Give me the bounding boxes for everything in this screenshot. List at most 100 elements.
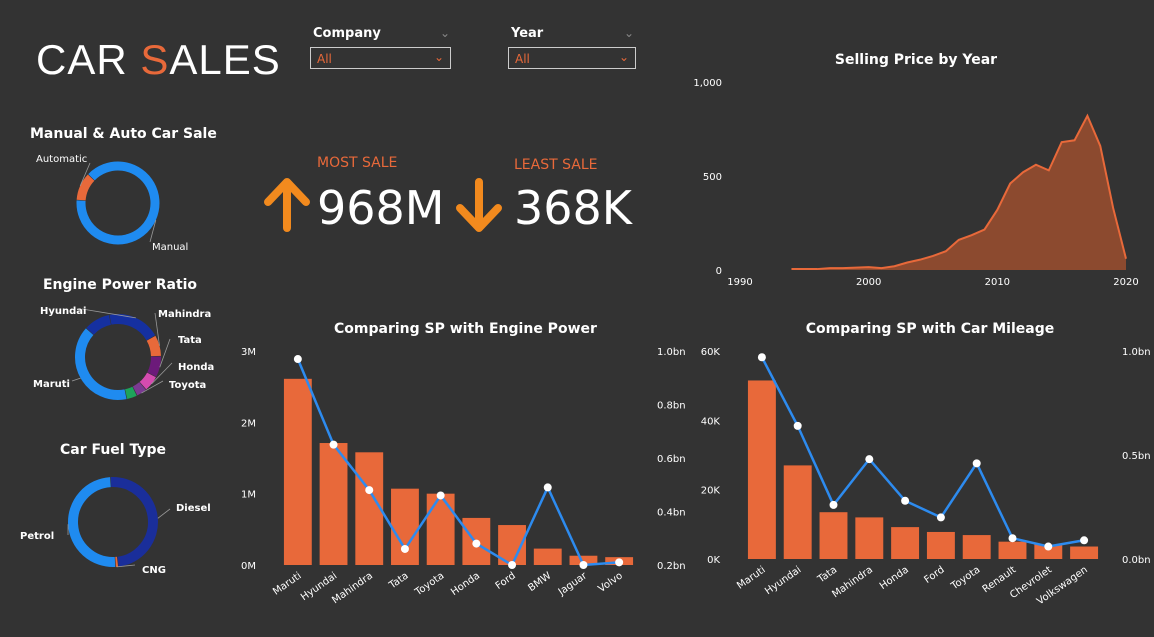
y-tick-label: 20K [701, 486, 721, 497]
line-point-hyundai [793, 421, 802, 430]
x-tick-label: Toyota [413, 570, 447, 598]
price-by-year-title: Selling Price by Year [834, 52, 998, 68]
year-slicer-label: Year [511, 26, 544, 41]
slice-other-5 [124, 386, 137, 400]
transmission-donut-chart: Manual Automatic [36, 154, 188, 253]
line-point-ford [936, 513, 945, 522]
y2-tick-label: 0.0bn [1122, 555, 1151, 566]
y2-tick-label: 0.4bn [657, 508, 686, 519]
bar-tata [391, 488, 419, 565]
bar-renault [998, 541, 1027, 559]
x-tick-label: 1990 [727, 277, 752, 288]
x-tick-label: 2020 [1113, 277, 1138, 288]
engine-power-chart-title: Engine Power Ratio [42, 277, 198, 293]
slice-label-maruti: Maruti [33, 379, 70, 390]
leader-line [159, 338, 171, 368]
engine-power-donut-chart: Hyundai Mahindra Tata Honda Toyota Maruti [33, 306, 214, 400]
x-tick-label: Hyundai [763, 564, 803, 597]
leader-line [157, 508, 171, 519]
x-tick-label: Mahindra [830, 564, 875, 600]
leader-line [71, 377, 81, 382]
line-point-chevrolet [1044, 542, 1053, 551]
x-tick-label: Ford [922, 564, 946, 586]
chevron-down-icon[interactable]: ⌄ [624, 26, 634, 40]
y2-tick-label: 0.2bn [657, 561, 686, 572]
slice-honda [139, 372, 156, 390]
x-tick-label: Volvo [596, 570, 624, 594]
line-point-bmw [543, 483, 552, 492]
y2-tick-label: 0.8bn [657, 401, 686, 412]
x-tick-label: Tata [815, 564, 839, 585]
line-point-toyota [436, 491, 445, 500]
line-point-volvo [615, 558, 624, 567]
bar-tata [819, 512, 848, 559]
bar-volkswagen [1070, 546, 1099, 559]
slice-label-honda: Honda [178, 362, 214, 373]
y-tick-label: 3M [241, 347, 256, 358]
slice-diesel [110, 477, 158, 567]
slice-manual [76, 161, 160, 245]
y-tick-label: 0M [241, 561, 256, 572]
chevron-down-icon[interactable]: ⌄ [440, 26, 450, 40]
line-point-renault [1008, 534, 1017, 543]
title-suffix: ALES [169, 36, 281, 83]
year-dropdown[interactable]: All ⌄ [508, 47, 636, 69]
year-dropdown-value: All [515, 52, 530, 66]
y-tick-label: 0K [707, 555, 720, 566]
slice-maruti [75, 328, 127, 400]
sp-mileage-chart: 0K20K40K60K0.0bn0.5bn1.0bnMarutiHyundai T… [701, 347, 1151, 607]
least-sale-value: 368K [514, 181, 632, 235]
dropdown-chevron-icon: ⌄ [433, 50, 444, 64]
company-dropdown[interactable]: All ⌄ [310, 47, 451, 69]
slice-tata [147, 356, 161, 377]
y2-tick-label: 1.0bn [657, 347, 686, 358]
fuel-donut-chart: Diesel CNG Petrol [20, 477, 211, 576]
page-title: CAR SALES [36, 36, 281, 84]
line-point-maruti [293, 355, 302, 364]
slice-label-diesel: Diesel [176, 503, 211, 514]
line-point-honda [901, 496, 910, 505]
y2-tick-label: 1.0bn [1122, 347, 1151, 358]
slice-label-tata: Tata [178, 335, 202, 346]
x-tick-label: Jaguar [556, 570, 590, 598]
bar-hyundai [319, 443, 348, 565]
company-dropdown-value: All [317, 52, 332, 66]
title-prefix: CAR [36, 36, 141, 83]
x-tick-label: Toyota [949, 564, 983, 592]
line-point-ford [508, 561, 517, 569]
slice-label-petrol: Petrol [20, 531, 54, 542]
slice-hyundai [109, 314, 156, 341]
title-accent: S [140, 36, 170, 83]
line-point-mahindra [865, 455, 874, 464]
x-tick-label: Honda [878, 564, 911, 592]
line-point-toyota [972, 459, 981, 468]
line-point-jaguar [579, 561, 588, 569]
x-tick-label: Honda [449, 570, 482, 598]
company-slicer-label: Company [313, 26, 381, 41]
line-point-maruti [757, 353, 766, 362]
company-slicer: Company ⌄ All ⌄ [310, 26, 452, 69]
bar-ford [926, 531, 955, 559]
y-tick-label: 60K [701, 347, 721, 358]
slice-label-automatic: Automatic [36, 154, 87, 165]
slice-petrol [68, 477, 116, 567]
price-by-year-chart: 0 500 1,000 1990 2000 2010 2020 [693, 78, 1138, 288]
bar-mahindra [855, 517, 884, 559]
arrow-up-icon [264, 178, 310, 232]
bar-toyota [962, 535, 991, 559]
y-tick-label: 500 [703, 172, 722, 183]
slice-toyota [132, 382, 146, 396]
line-point-mahindra [365, 486, 374, 495]
line-point-tata [400, 544, 409, 553]
bar-honda [891, 527, 920, 559]
dropdown-chevron-icon: ⌄ [618, 50, 629, 64]
y2-tick-label: 0.5bn [1122, 451, 1151, 462]
line-point-honda [472, 539, 481, 548]
x-tick-label: 2000 [856, 277, 881, 288]
most-sale-value: 968M [317, 181, 445, 235]
line-point-hyundai [329, 440, 338, 449]
x-tick-label: Mahindra [330, 570, 375, 606]
slice-label-manual: Manual [152, 242, 188, 253]
y-tick-label: 2M [241, 418, 256, 429]
x-tick-label: Tata [387, 570, 411, 591]
